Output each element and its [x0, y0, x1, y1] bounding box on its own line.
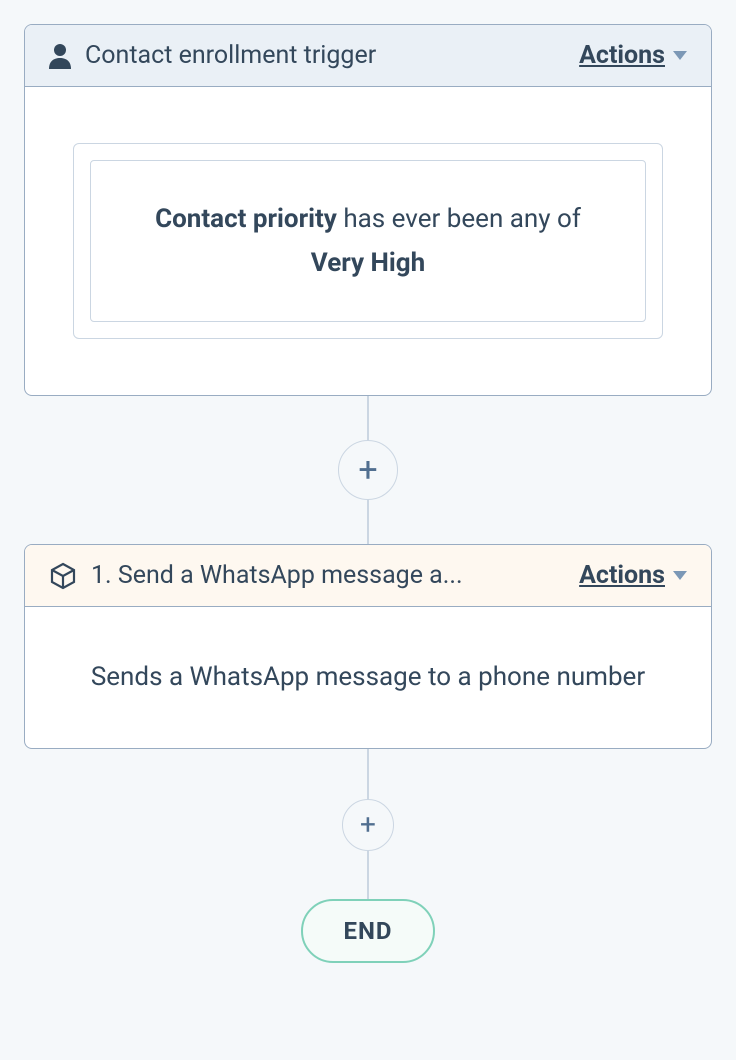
cube-icon	[49, 562, 77, 590]
connector-line: +	[367, 749, 369, 899]
trigger-card: Contact enrollment trigger Actions Conta…	[24, 24, 712, 396]
connector-line: +	[367, 396, 369, 544]
condition-property: Contact priority	[155, 204, 337, 234]
action-actions-dropdown[interactable]: Actions	[579, 561, 687, 590]
caret-down-icon	[673, 571, 687, 580]
end-node: END	[301, 899, 434, 963]
add-step-button[interactable]: +	[342, 799, 394, 851]
condition-item: Contact priority has ever been any of Ve…	[90, 160, 646, 322]
actions-label: Actions	[579, 561, 665, 590]
trigger-card-header: Contact enrollment trigger Actions	[25, 25, 711, 87]
condition-group[interactable]: Contact priority has ever been any of Ve…	[73, 143, 663, 339]
trigger-actions-dropdown[interactable]: Actions	[579, 41, 687, 70]
plus-icon: +	[358, 453, 377, 487]
trigger-header-left: Contact enrollment trigger	[49, 41, 579, 70]
action-card-header: 1. Send a WhatsApp message a... Actions	[25, 545, 711, 607]
action-title: 1. Send a WhatsApp message a...	[91, 561, 463, 590]
trigger-card-body: Contact priority has ever been any of Ve…	[25, 87, 711, 395]
action-card: 1. Send a WhatsApp message a... Actions …	[24, 544, 712, 748]
action-description: Sends a WhatsApp message to a phone numb…	[73, 655, 663, 699]
trigger-title: Contact enrollment trigger	[85, 41, 376, 70]
action-card-body: Sends a WhatsApp message to a phone numb…	[25, 607, 711, 747]
contact-icon	[49, 43, 71, 69]
add-step-button[interactable]: +	[338, 440, 398, 500]
plus-icon: +	[360, 811, 376, 839]
condition-value: Very High	[311, 248, 425, 278]
end-label: END	[343, 917, 392, 945]
actions-label: Actions	[579, 41, 665, 70]
caret-down-icon	[673, 51, 687, 60]
action-header-left: 1. Send a WhatsApp message a...	[49, 561, 579, 590]
